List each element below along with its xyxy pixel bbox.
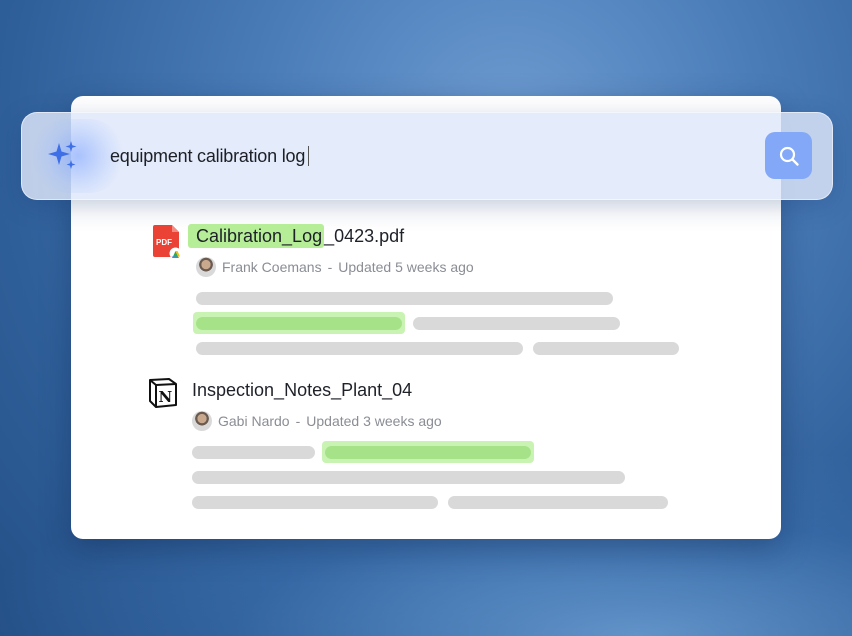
- pdf-icon: PDF: [153, 225, 181, 259]
- sparkle-icon: [48, 141, 77, 169]
- snippet-placeholder: [533, 342, 679, 355]
- search-icon: [779, 146, 799, 166]
- result-title[interactable]: Inspection_Notes_Plant_04: [192, 380, 412, 401]
- result-title[interactable]: Calibration_Log _0423.pdf: [188, 224, 405, 248]
- snippet-placeholder: [192, 496, 438, 509]
- result-meta: Gabi Nardo - Updated 3 weeks ago: [192, 411, 442, 431]
- snippet-placeholder: [413, 317, 620, 330]
- snippet-highlight: [325, 446, 531, 459]
- svg-text:N: N: [159, 388, 173, 406]
- snippet-highlight: [196, 317, 402, 330]
- updated-time: Updated 3 weeks ago: [306, 413, 442, 429]
- avatar: [192, 411, 212, 431]
- text-caret: [308, 146, 310, 166]
- separator: -: [295, 413, 301, 429]
- search-query: equipment calibration log: [110, 146, 306, 166]
- title-highlight: Calibration_Log: [188, 224, 325, 248]
- title-rest: _0423.pdf: [324, 226, 405, 246]
- search-button[interactable]: [765, 132, 812, 179]
- snippet-placeholder: [196, 342, 523, 355]
- updated-time: Updated 5 weeks ago: [338, 259, 474, 275]
- search-input[interactable]: equipment calibration log: [110, 146, 310, 167]
- separator: -: [327, 259, 333, 275]
- snippet-placeholder: [448, 496, 668, 509]
- avatar: [196, 257, 216, 277]
- result-meta: Frank Coemans - Updated 5 weeks ago: [196, 257, 474, 277]
- snippet-placeholder: [192, 471, 625, 484]
- author-name: Gabi Nardo: [218, 413, 290, 429]
- svg-text:PDF: PDF: [156, 238, 172, 247]
- author-name: Frank Coemans: [222, 259, 322, 275]
- notion-icon: N: [149, 378, 177, 408]
- snippet-placeholder: [192, 446, 315, 459]
- snippet-placeholder: [196, 292, 613, 305]
- search-bar[interactable]: equipment calibration log: [21, 112, 833, 200]
